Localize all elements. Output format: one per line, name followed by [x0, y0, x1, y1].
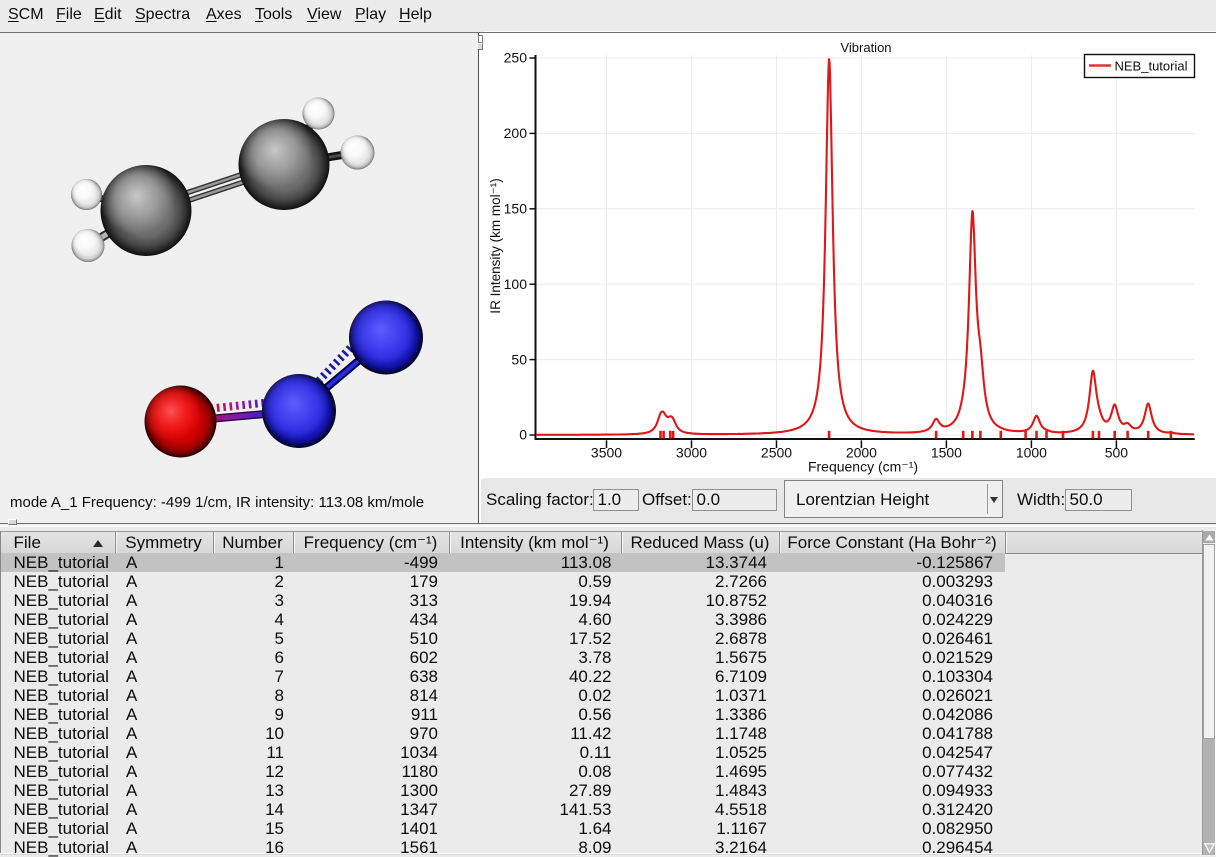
svg-text:Frequency (cm⁻¹): Frequency (cm⁻¹): [808, 459, 918, 475]
svg-text:200: 200: [504, 125, 528, 141]
svg-text:150: 150: [504, 201, 528, 217]
svg-text:Vibration: Vibration: [840, 40, 891, 55]
svg-text:IR Intensity (km mol⁻¹): IR Intensity (km mol⁻¹): [488, 178, 503, 313]
svg-text:3500: 3500: [591, 445, 622, 461]
svg-text:250: 250: [504, 50, 528, 66]
svg-text:3000: 3000: [676, 445, 707, 461]
svg-text:100: 100: [504, 276, 528, 292]
svg-text:NEB_tutorial: NEB_tutorial: [1115, 59, 1188, 74]
svg-text:0: 0: [519, 427, 527, 443]
svg-text:1000: 1000: [1016, 445, 1047, 461]
svg-text:1500: 1500: [931, 445, 962, 461]
svg-text:2500: 2500: [761, 445, 792, 461]
svg-text:500: 500: [1105, 445, 1129, 461]
svg-text:50: 50: [511, 351, 527, 367]
